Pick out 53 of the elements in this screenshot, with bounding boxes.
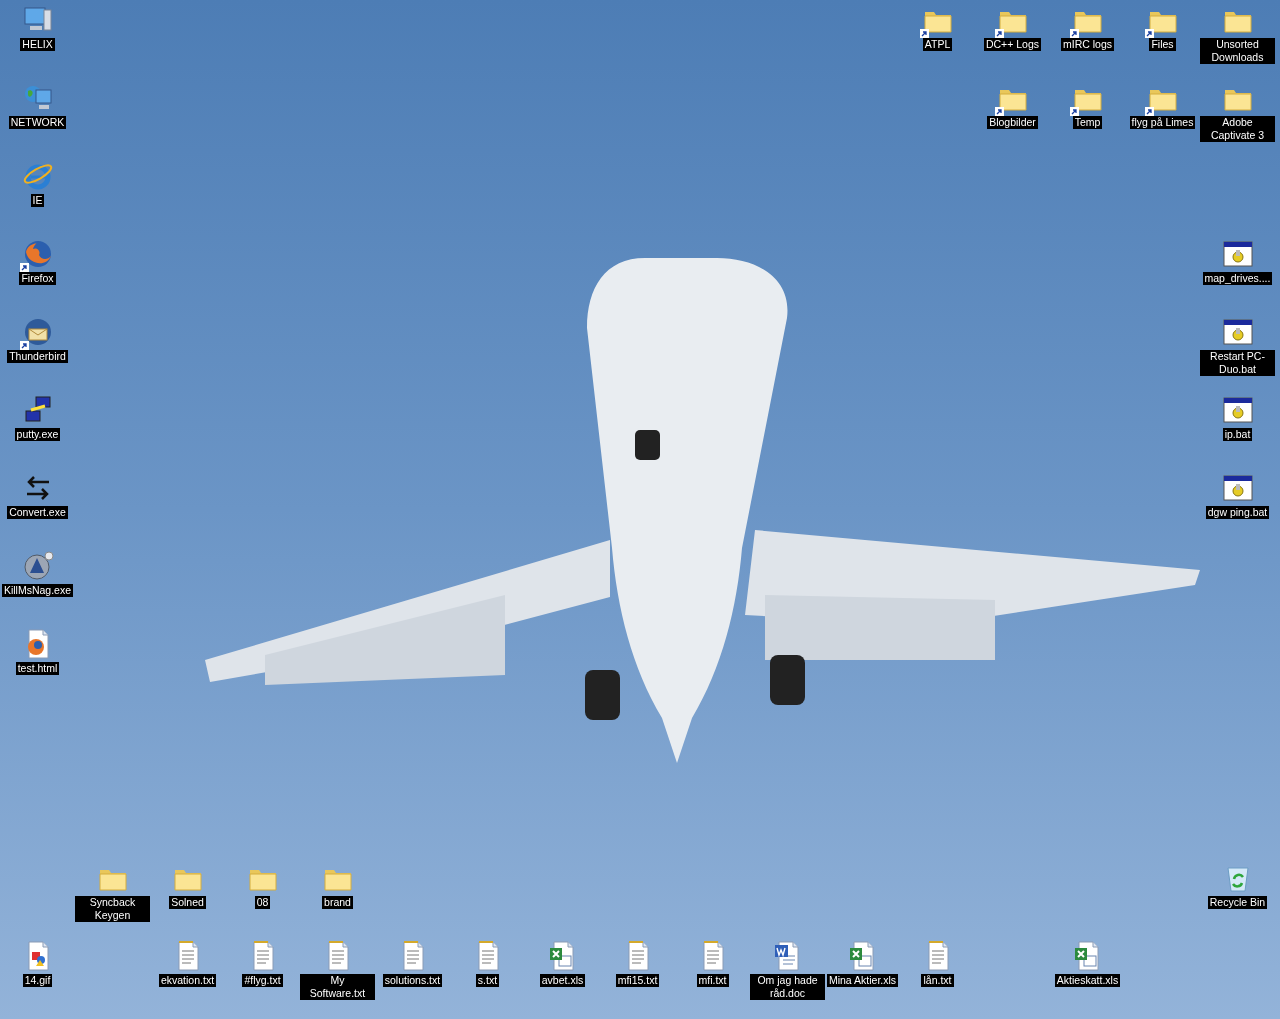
icon-label[interactable]: avbet.xls [539,974,586,987]
batch-icon[interactable] [1221,394,1254,426]
icon-label[interactable]: HELIX [20,38,55,51]
icon-label[interactable]: dgw ping.bat [1205,506,1270,519]
icon-label[interactable]: map_drives.... [1202,272,1273,285]
icon-label[interactable]: Thunderbird [7,350,68,363]
shortcut-arrow-icon [994,107,1004,116]
icon-label[interactable]: Temp [1072,116,1103,129]
icon-label[interactable]: Om jag hade råd.doc [750,974,825,1000]
icon-label[interactable]: DC++ Logs [983,38,1042,51]
shortcut-arrow-icon [994,29,1004,38]
icon-label[interactable]: Aktieskatt.xls [1054,974,1121,987]
icon-label[interactable]: Firefox [19,272,56,285]
icon-label[interactable]: s.txt [475,974,500,987]
icon-label[interactable]: ATPL [922,38,953,51]
icon-label[interactable]: mfi.txt [696,974,729,987]
shortcut-arrow-icon [19,341,29,350]
icon-label[interactable]: Blogbilder [987,116,1038,129]
icon-label[interactable]: Mina Aktier.xls [826,974,899,987]
shortcut-arrow-icon [1069,29,1079,38]
icon-label[interactable]: 08 [254,896,271,909]
icon-label[interactable]: mfi15.txt [615,974,660,987]
icon-label[interactable]: Solned [169,896,206,909]
icon-label[interactable]: Recycle Bin [1207,896,1268,909]
icon-label[interactable]: brand [322,896,353,909]
icon-label[interactable]: putty.exe [14,428,61,441]
icon-label[interactable]: IE [30,194,45,207]
icon-label[interactable]: ekvation.txt [158,974,217,987]
icon-label[interactable]: ip.bat [1222,428,1253,441]
shortcut-arrow-icon [1144,29,1154,38]
icon-label[interactable]: Convert.exe [7,506,68,519]
icon-label[interactable]: Unsorted Downloads [1200,38,1275,64]
shortcut-arrow-icon [19,263,29,272]
shortcut-arrow-icon [1144,107,1154,116]
icon-label[interactable]: Restart PC-Duo.bat [1200,350,1275,376]
icon-label[interactable]: flyg på Limes [1129,116,1196,129]
batch-icon[interactable] [1221,472,1254,504]
icon-label[interactable]: NETWORK [8,116,67,129]
shortcut-arrow-icon [919,29,929,38]
icon-label[interactable]: mIRC logs [1061,38,1114,51]
icon-label[interactable]: KillMsNag.exe [1,584,74,597]
icon-label[interactable]: #flyg.txt [242,974,283,987]
icon-label[interactable]: My Software.txt [300,974,375,1000]
icon-label[interactable]: 14.gif [22,974,53,987]
icon-label[interactable]: Syncback Keygen [75,896,150,922]
batch-icon[interactable] [1221,316,1254,348]
icon-label[interactable]: test.html [15,662,60,675]
shortcut-arrow-icon [1069,107,1079,116]
batch-icon[interactable] [1221,238,1254,270]
icon-label[interactable]: lån.txt [921,974,954,987]
icon-label[interactable]: Files [1149,38,1176,51]
icon-label[interactable]: Adobe Captivate 3 [1200,116,1275,142]
icon-label[interactable]: solutions.txt [382,974,443,987]
